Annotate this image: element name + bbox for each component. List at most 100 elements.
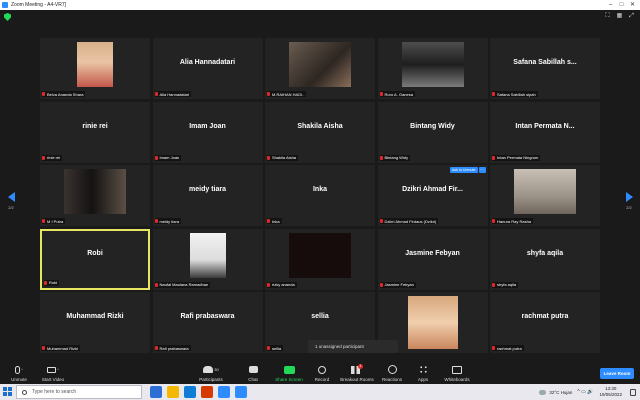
taskbar-app-icon[interactable]	[201, 386, 213, 398]
participant-name-label: Muhammad Rizki	[42, 345, 80, 351]
unassigned-participant-toast[interactable]: 1 unassigned participant	[308, 340, 398, 353]
breakout-badge: 1	[358, 364, 363, 369]
taskbar-app-icon[interactable]	[184, 386, 196, 398]
participant-name: rachmat putra	[497, 345, 522, 351]
participant-tile[interactable]: Muhammad Rizki Muhammad Rizki	[40, 292, 150, 353]
reactions-button[interactable]: Reactions	[375, 364, 409, 382]
video-camera-off-icon	[47, 366, 57, 373]
participant-name: Dzikri Ahmad Firdaus (Dzikri)	[384, 218, 437, 224]
participant-name-label: Safana Sabillah sipah	[492, 91, 538, 97]
participant-tile[interactable]: Jasmine Febyan Jasmine Febyan	[377, 228, 488, 290]
taskbar-app-icon[interactable]	[167, 386, 179, 398]
participant-tile[interactable]: Safana Sabillah s... Safana Sabillah sipa…	[490, 38, 600, 99]
participant-tile[interactable]: Naufal Maulana Ramadhan	[152, 228, 263, 290]
clock-date: 19/05/2022	[599, 392, 622, 397]
taskbar-search[interactable]: Type here to search	[16, 385, 142, 399]
participant-name-label: Naufal Maulana Ramadhan	[154, 281, 211, 288]
page-indicator-left: 2/2	[8, 205, 14, 210]
microphone-muted-icon	[42, 92, 45, 96]
participant-grid: Belva Ananda Shara Alia Hannadatari Alia H…	[40, 38, 600, 364]
next-page-button[interactable]: 2/2	[622, 192, 636, 210]
search-placeholder: Type here to search	[32, 389, 77, 395]
more-options-button[interactable]: ···	[478, 167, 486, 173]
participant-tile[interactable]: rizky ananda	[265, 228, 375, 290]
participant-tile[interactable]: Imam Joan Imam Joan	[152, 101, 263, 163]
participant-tile[interactable]: Intan Permata N... Intan Permata Ningrum	[490, 101, 600, 163]
tray-icons[interactable]: ^ ▭ 🔊	[577, 389, 593, 395]
chevron-up-icon[interactable]: ^	[57, 367, 59, 372]
unmute-button[interactable]: ^ Unmute	[2, 364, 36, 382]
participant-tile[interactable]: M I Putra	[40, 165, 150, 226]
participant-name-label: Rafi prabaswara	[154, 345, 191, 351]
start-video-button[interactable]: ^ Start Video	[36, 364, 70, 382]
participant-display-name: rinie rei	[82, 122, 108, 130]
participants-label: Participants	[199, 377, 223, 382]
participant-name: Rafi prabaswara	[159, 345, 189, 351]
chevron-up-icon[interactable]: ^	[21, 367, 23, 372]
taskbar-app-icon[interactable]	[235, 386, 247, 398]
weather-text[interactable]: 32°C Hujan	[549, 390, 572, 395]
microphone-muted-icon	[154, 155, 158, 160]
participant-tile[interactable]: Alia Hannadatari Alia Hannadatari	[152, 38, 263, 99]
participant-name: M.RAIHAN HADI..	[272, 91, 305, 97]
participant-tile[interactable]: meidy tiara meidy tiara	[152, 165, 263, 226]
page-indicator-right: 2/2	[626, 205, 632, 210]
zoom-logo-icon	[2, 2, 8, 8]
taskbar-apps	[150, 386, 247, 398]
participant-tile[interactable]: M.RAIHAN HADI..	[265, 38, 375, 99]
ask-to-unmute-button[interactable]: Ask to Unmute	[449, 167, 478, 173]
participant-name: Alia Hannadatari	[159, 91, 190, 97]
participant-name: Hanura Ray Rasha	[497, 218, 532, 224]
participant-name: Inka	[272, 218, 280, 224]
taskbar-clock[interactable]: 13:30 19/05/2022	[599, 386, 622, 398]
previous-page-button[interactable]: 2/2	[4, 192, 18, 210]
participant-tile[interactable]: Belva Ananda Shara	[40, 38, 150, 99]
participant-tile[interactable]: Rafi prabaswara Rafi prabaswara	[152, 292, 263, 353]
participant-video	[77, 42, 113, 87]
minimize-button[interactable]: –	[605, 0, 616, 10]
microphone-muted-icon	[42, 219, 45, 223]
microphone-muted-icon	[492, 346, 495, 350]
participant-tile[interactable]: Roro A. Ganesa	[377, 38, 488, 99]
participants-button[interactable]: 30 Participants	[194, 364, 228, 382]
participant-name-label: Alia Hannadatari	[154, 91, 192, 97]
chat-button[interactable]: Chat	[236, 364, 270, 382]
participant-tile[interactable]: Robi Robi	[40, 228, 150, 290]
start-video-label: Start Video	[41, 377, 65, 382]
notification-icon[interactable]	[630, 388, 636, 396]
participant-name: shyfa aqila	[497, 282, 517, 287]
expand-icon[interactable]: ⤢	[627, 12, 636, 20]
apps-button[interactable]: Apps	[406, 364, 440, 382]
share-screen-button[interactable]: Share Screen	[272, 364, 306, 382]
record-label: Record	[314, 377, 330, 382]
taskbar-app-icon[interactable]	[218, 386, 230, 398]
windows-start-icon[interactable]	[3, 387, 13, 397]
participant-tile[interactable]: Inka Inka	[265, 165, 375, 226]
zoom-window: Zoom Meeting - A4-VR7] – □ ✕ ⛶ ▦ ⤢ 2/2 2…	[0, 0, 640, 400]
participant-tile[interactable]: rinie rei rinie rei	[40, 101, 150, 163]
participant-display-name: Rafi prabaswara	[180, 313, 235, 320]
gallery-view-icon[interactable]: ▦	[615, 12, 624, 20]
participant-tile[interactable]: Shakila Aisha Shakila Aisha	[265, 101, 375, 163]
participant-name: rizky ananda	[272, 282, 295, 287]
breakout-rooms-button[interactable]: 1 Breakout Rooms	[340, 364, 374, 382]
close-button[interactable]: ✕	[627, 0, 638, 10]
participant-tile[interactable]: rachmat putra rachmat putra	[490, 292, 600, 353]
taskbar-app-icon[interactable]	[150, 386, 162, 398]
participant-display-name: shyfa aqila	[526, 249, 564, 257]
maximize-button[interactable]: □	[616, 0, 627, 10]
record-button[interactable]: Record	[305, 364, 339, 382]
participant-name: rinie rei	[47, 155, 61, 160]
whiteboards-button[interactable]: Whiteboards	[440, 364, 474, 382]
participant-tile[interactable]: Dzikri Ahmad Fir... Dzikri Ahmad Firdaus …	[377, 165, 488, 226]
fullscreen-icon[interactable]: ⛶	[603, 12, 612, 20]
participant-tile[interactable]: Hanura Ray Rasha	[490, 165, 600, 226]
microphone-muted-icon	[492, 155, 495, 160]
security-shield-icon[interactable]	[4, 13, 11, 21]
participant-name: Robi	[49, 280, 58, 285]
leave-room-button[interactable]: Leave Room	[600, 368, 634, 379]
share-screen-label: Share Screen	[275, 377, 303, 382]
participant-tile[interactable]: Bintang Widy Bintang Widy	[377, 101, 488, 163]
participant-tile[interactable]: shyfa aqila shyfa aqila	[490, 228, 600, 290]
participant-video	[289, 42, 351, 87]
